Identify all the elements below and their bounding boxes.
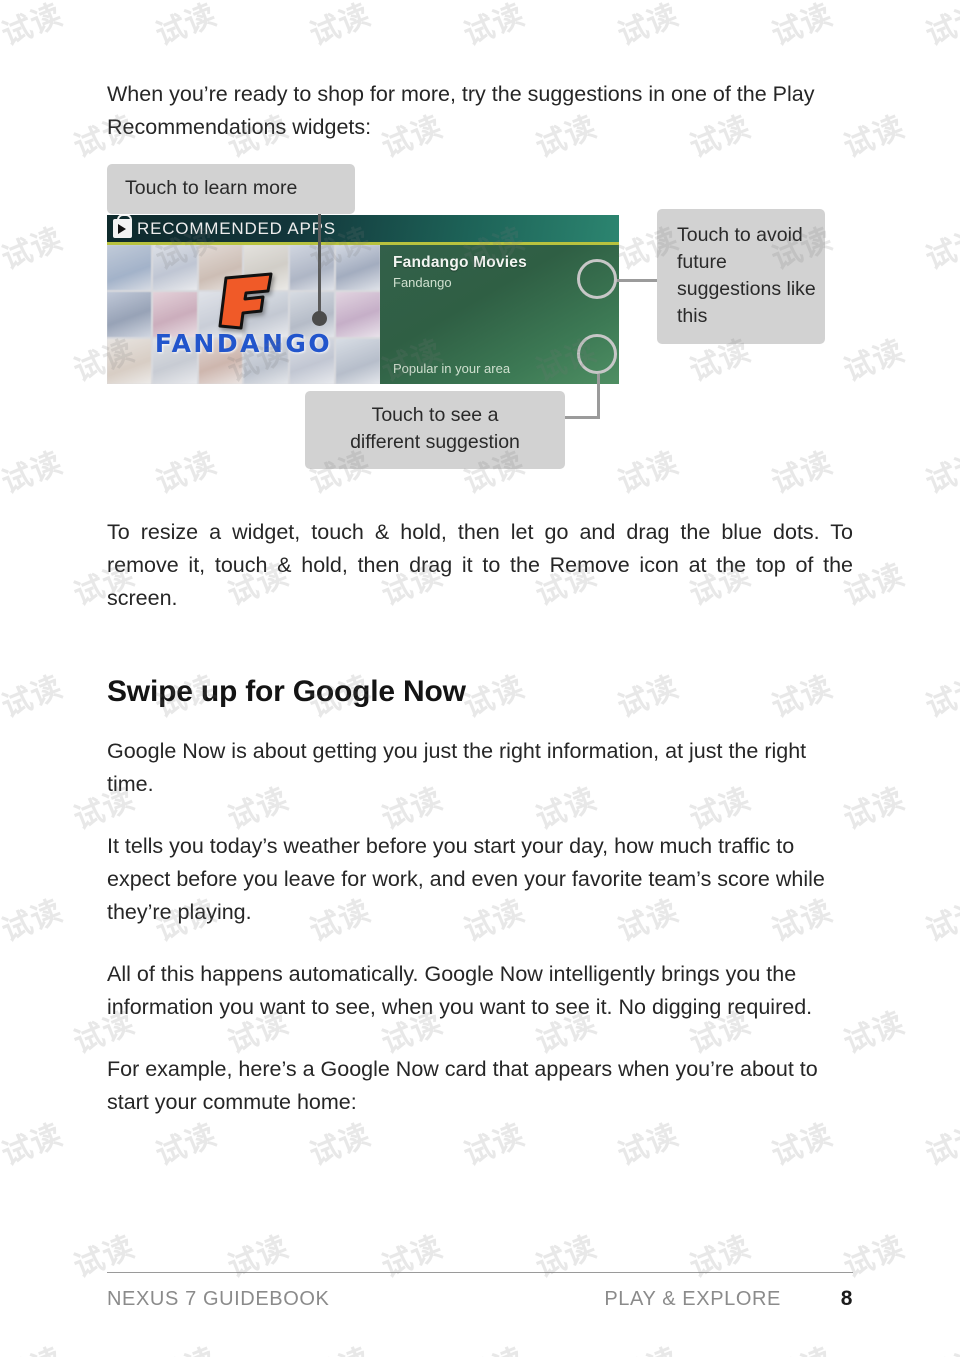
watermark-text: 试读 (305, 1117, 376, 1174)
watermark-text: 试读 (921, 893, 960, 950)
widget-figure: RECOMMENDED APPS FANDANGO Fandango Movie… (107, 164, 853, 494)
watermark-text: 试读 (613, 1117, 684, 1174)
paragraph-2: It tells you today’s weather before you … (107, 834, 825, 924)
callout-learn-more: Touch to learn more (107, 164, 355, 214)
paragraph-1: Google Now is about getting you just the… (107, 739, 807, 796)
watermark-text: 试读 (610, 1334, 684, 1357)
callout-learn-more-label: Touch to learn more (125, 177, 298, 199)
page-content: When you’re ready to shop for more, try … (107, 0, 853, 1119)
watermark-text: 试读 (921, 1117, 960, 1174)
watermark-text: 试读 (0, 0, 68, 54)
resize-paragraph: To resize a widget, touch & hold, then l… (107, 520, 853, 610)
callout-different-suggestion-line1: Touch to see a (371, 404, 499, 426)
watermark-text: 试读 (302, 1334, 376, 1357)
page-section-heading: Swipe up for Google Now (107, 675, 466, 708)
watermark-text: 试读 (459, 1117, 530, 1174)
leader-line-different-horizontal (562, 416, 600, 419)
footer-page-number: 8 (840, 1287, 853, 1310)
suggested-app-footnote: Popular in your area (393, 361, 511, 376)
watermark-text: 试读 (0, 445, 68, 502)
annotation-ring-dismiss[interactable] (577, 259, 617, 299)
footer-row: NEXUS 7 GUIDEBOOK PLAY & EXPLORE 8 (107, 1287, 853, 1311)
footer-book-title: NEXUS 7 GUIDEBOOK (107, 1288, 330, 1310)
watermark-text: 试读 (764, 1334, 838, 1357)
watermark-text: 试读 (0, 1334, 68, 1357)
fandango-f-icon (216, 272, 278, 330)
page-footer: NEXUS 7 GUIDEBOOK PLAY & EXPLORE 8 (107, 1272, 853, 1311)
widget-body: FANDANGO Fandango Movies Fandango Popula… (107, 245, 619, 384)
watermark-text: 试读 (0, 893, 68, 950)
watermark-text: 试读 (148, 1334, 222, 1357)
document-page: When you’re ready to shop for more, try … (0, 0, 960, 1357)
watermark-text: 试读 (921, 669, 960, 726)
watermark-text: 试读 (0, 1117, 68, 1174)
leader-line-different-vertical (597, 374, 600, 419)
watermark-text: 试读 (0, 669, 68, 726)
watermark-text: 试读 (921, 445, 960, 502)
footer-chapter-title: PLAY & EXPLORE (604, 1288, 781, 1310)
leader-line-avoid-future (615, 279, 659, 282)
footer-divider (107, 1272, 853, 1273)
callout-different-suggestion-line2: different suggestion (350, 431, 520, 453)
widget-header: RECOMMENDED APPS (107, 215, 619, 245)
intro-paragraph: When you’re ready to shop for more, try … (107, 82, 815, 139)
watermark-text: 试读 (767, 1117, 838, 1174)
watermark-text: 试读 (0, 221, 68, 278)
watermark-text: 试读 (921, 0, 960, 54)
watermark-text: 试读 (151, 1117, 222, 1174)
leader-dot-learn-more (312, 311, 327, 326)
fandango-logo: FANDANGO (107, 245, 380, 384)
leader-line-learn-more (318, 211, 321, 316)
watermark-text: 试读 (456, 1334, 530, 1357)
callout-avoid-future: Touch to avoid future suggestions like t… (657, 209, 825, 344)
watermark-text: 试读 (921, 221, 960, 278)
paragraph-3: All of this happens automatically. Googl… (107, 962, 813, 1019)
poster-collage[interactable]: FANDANGO (107, 245, 380, 384)
callout-different-suggestion: Touch to see a different suggestion (305, 391, 565, 469)
play-store-bag-icon (113, 215, 132, 238)
callout-avoid-future-label: Touch to avoid future suggestions like t… (677, 224, 816, 327)
paragraph-4: For example, here’s a Google Now card th… (107, 1057, 818, 1114)
watermark-text: 试读 (918, 1334, 960, 1357)
fandango-wordmark: FANDANGO (154, 328, 333, 358)
widget-header-title: RECOMMENDED APPS (137, 218, 336, 238)
annotation-ring-refresh[interactable] (577, 334, 617, 374)
play-recommendations-widget[interactable]: RECOMMENDED APPS FANDANGO Fandango Movie… (107, 215, 619, 384)
